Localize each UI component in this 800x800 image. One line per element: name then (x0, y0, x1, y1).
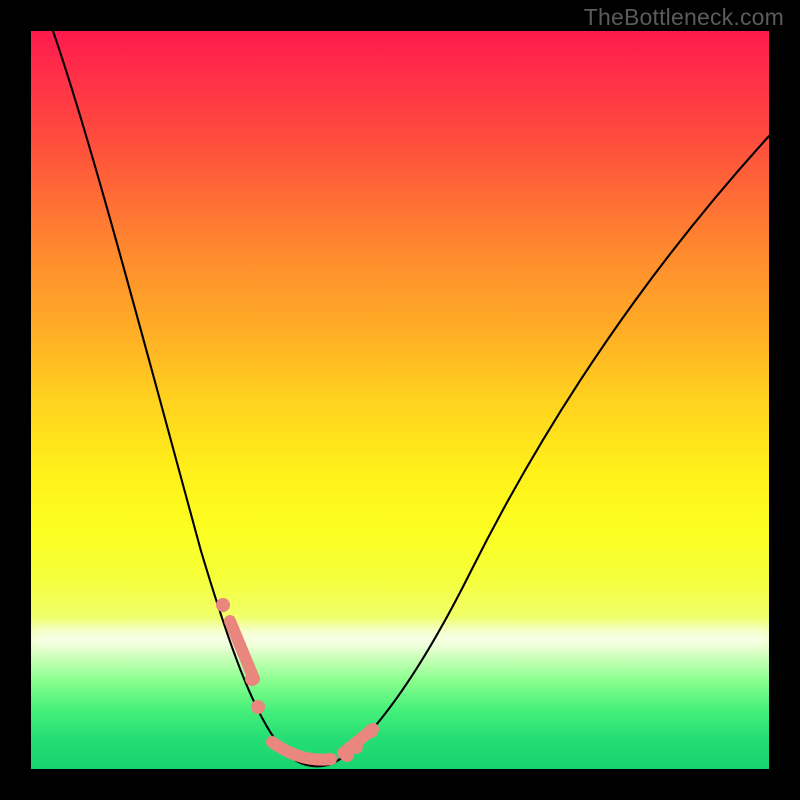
outer-frame: TheBottleneck.com (0, 0, 800, 800)
plot-area (31, 31, 769, 769)
watermark-text: TheBottleneck.com (584, 4, 784, 31)
salmon-dot (245, 672, 259, 686)
salmon-dot (216, 598, 230, 612)
bottleneck-curve (53, 31, 769, 766)
salmon-bottom-segment (272, 742, 331, 760)
salmon-dot (364, 724, 378, 738)
curve-svg (31, 31, 769, 769)
salmon-dot (349, 740, 363, 754)
salmon-dot (251, 700, 265, 714)
